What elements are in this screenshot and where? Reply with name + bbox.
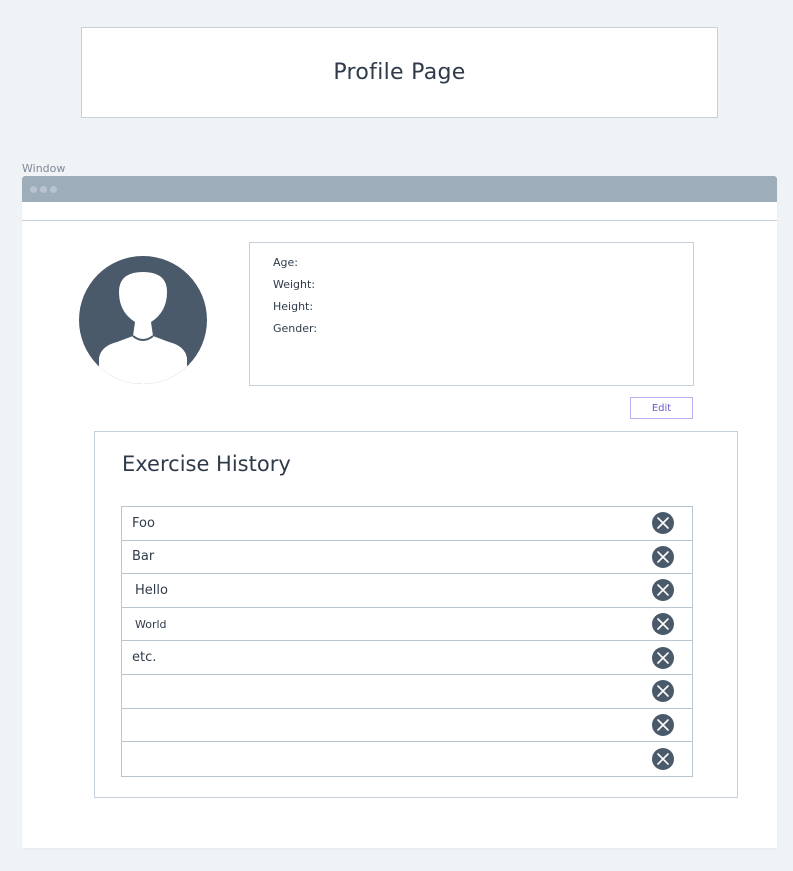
list-item[interactable] [122, 675, 692, 709]
weight-label: Weight: [273, 278, 316, 291]
height-label: Height: [273, 300, 314, 313]
window-close-dot-icon[interactable] [30, 185, 37, 193]
exercise-history-title: Exercise History [122, 452, 291, 476]
list-item[interactable]: Bar [122, 541, 692, 575]
browser-window: Age: Weight: Height: Gender: Edit Exerci… [22, 176, 777, 848]
list-item-label: etc. [132, 650, 157, 666]
user-silhouette-icon [79, 256, 207, 384]
close-circle-icon[interactable] [652, 512, 674, 535]
close-circle-icon[interactable] [652, 545, 674, 568]
list-item[interactable]: Hello [122, 574, 692, 608]
age-label: Age: [273, 256, 298, 269]
page-title-box: Profile Page [81, 27, 718, 118]
profile-info-box: Age: Weight: Height: Gender: [249, 242, 694, 386]
exercise-history-list: Foo Bar Hello World etc. [121, 506, 693, 777]
close-circle-icon[interactable] [652, 680, 674, 703]
window-minimize-dot-icon[interactable] [40, 185, 47, 193]
address-bar[interactable] [22, 202, 777, 221]
close-circle-icon[interactable] [652, 646, 674, 669]
list-item[interactable]: Foo [122, 507, 692, 541]
window-titlebar[interactable] [22, 176, 777, 202]
edit-button[interactable]: Edit [630, 397, 693, 419]
close-circle-icon[interactable] [652, 579, 674, 602]
close-circle-icon[interactable] [652, 747, 674, 770]
close-circle-icon[interactable] [652, 713, 674, 736]
list-item-label: Bar [132, 549, 155, 565]
window-label: Window [22, 162, 66, 175]
list-item-label: Foo [132, 515, 155, 531]
list-item[interactable] [122, 709, 692, 743]
list-item[interactable]: World [122, 608, 692, 642]
window-maximize-dot-icon[interactable] [50, 185, 57, 193]
list-item[interactable] [122, 742, 692, 776]
close-circle-icon[interactable] [652, 613, 674, 636]
page-title: Profile Page [333, 60, 466, 85]
exercise-history-panel: Exercise History Foo Bar Hello World etc… [94, 431, 738, 798]
list-item[interactable]: etc. [122, 641, 692, 675]
list-item-label: Hello [135, 582, 168, 598]
gender-label: Gender: [273, 322, 318, 335]
list-item-label: World [135, 617, 167, 631]
